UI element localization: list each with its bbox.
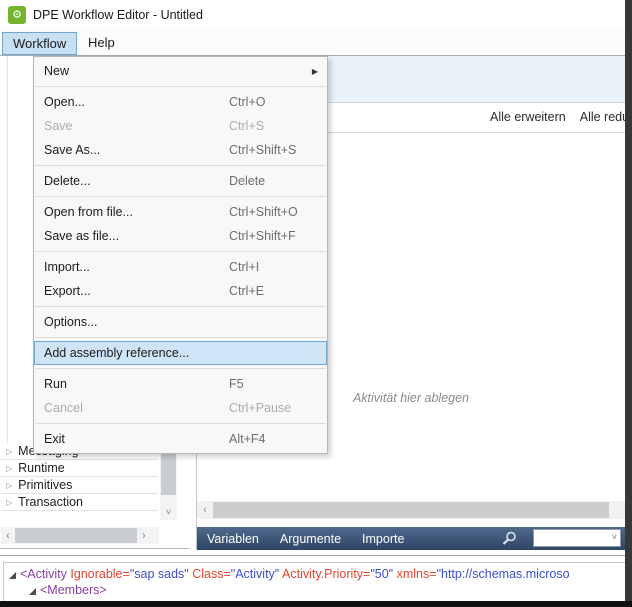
xml-line: <Activity Ignorable="sap sads" Class="Ac… (20, 567, 570, 581)
title-bar: ⚙ DPE Workflow Editor - Untitled (0, 0, 632, 30)
menu-separator (35, 306, 326, 307)
window-title: DPE Workflow Editor - Untitled (33, 8, 203, 22)
collapse-all-button[interactable]: Alle reduzieren (580, 110, 625, 124)
tab-variables[interactable]: Variablen (207, 532, 259, 546)
scroll-right-arrow-icon[interactable]: › (137, 530, 151, 542)
toolbox-vertical-scrollbar[interactable]: ˅ (160, 443, 177, 520)
menu-separator (35, 165, 326, 166)
tab-imports[interactable]: Importe (362, 532, 404, 546)
gear-icon: ⚙ (8, 6, 26, 24)
toolbox-item-transaction[interactable]: ▷ Transaction (1, 494, 158, 511)
scrollbar-thumb[interactable] (161, 448, 176, 495)
menu-item-export[interactable]: Export... Ctrl+E (34, 279, 327, 303)
menu-item-open-from-file[interactable]: Open from file... Ctrl+Shift+O (34, 200, 327, 224)
menu-item-save-as[interactable]: Save As... Ctrl+Shift+S (34, 138, 327, 162)
menubar-item-workflow[interactable]: Workflow (2, 32, 77, 55)
toolbox-item-runtime[interactable]: ▷ Runtime (1, 460, 158, 477)
chevron-right-icon: ▷ (6, 464, 12, 473)
xml-attribute: Activity.Priority= (282, 567, 370, 581)
collapse-triangle-icon[interactable] (9, 572, 16, 579)
menu-separator (35, 196, 326, 197)
scroll-left-arrow-icon[interactable]: ‹ (1, 530, 15, 542)
zoom-combobox[interactable]: ˅ (533, 529, 621, 547)
xml-value: "50" (370, 567, 396, 581)
xml-value: "http://schemas.microso (437, 567, 570, 581)
menu-item-add-assembly-reference[interactable]: Add assembly reference... (34, 341, 327, 365)
scroll-left-arrow-icon[interactable]: ‹ (197, 504, 213, 516)
window-edge-bottom (0, 601, 632, 607)
splitter[interactable] (0, 555, 625, 556)
menu-separator (35, 368, 326, 369)
scrollbar-thumb[interactable] (15, 528, 137, 543)
xml-element: <Members> (40, 583, 107, 597)
expand-all-button[interactable]: Alle erweitern (490, 110, 566, 124)
window-edge-right (625, 0, 632, 607)
tab-arguments[interactable]: Argumente (280, 532, 341, 546)
xml-value: "sap sads" (130, 567, 192, 581)
menu-item-options[interactable]: Options... (34, 310, 327, 334)
designer-bottom-bar: Variablen Argumente Importe ˅ (197, 527, 625, 550)
xml-element: <Activity (20, 567, 70, 581)
menu-separator (35, 337, 326, 338)
designer-horizontal-scrollbar[interactable]: ‹ (197, 501, 625, 519)
menu-item-import[interactable]: Import... Ctrl+I (34, 255, 327, 279)
xml-attribute: xmlns= (397, 567, 437, 581)
menu-item-cancel: Cancel Ctrl+Pause (34, 396, 327, 420)
arrow-right-icon: ▶ (312, 67, 318, 76)
menu-item-save: Save Ctrl+S (34, 114, 327, 138)
magnifier-icon[interactable] (501, 531, 517, 550)
menu-separator (35, 423, 326, 424)
menu-item-open[interactable]: Open... Ctrl+O (34, 90, 327, 114)
menu-item-run[interactable]: Run F5 (34, 372, 327, 396)
chevron-right-icon: ▷ (6, 498, 12, 507)
scrollbar-thumb[interactable] (213, 502, 609, 518)
chevron-down-icon: ˅ (612, 532, 617, 542)
toolbox-horizontal-scrollbar[interactable]: ‹ › (1, 527, 159, 544)
chevron-right-icon: ▷ (6, 481, 12, 490)
menu-separator (35, 86, 326, 87)
xml-value: "Activity" (231, 567, 282, 581)
toolbox-item-primitives[interactable]: ▷ Primitives (1, 477, 158, 494)
menu-item-delete[interactable]: Delete... Delete (34, 169, 327, 193)
toolbox-item-label: Runtime (18, 461, 65, 475)
menu-separator (35, 251, 326, 252)
collapse-triangle-icon[interactable] (29, 588, 36, 595)
menu-bar: Workflow Help (0, 30, 625, 56)
toolbox-item-label: Primitives (18, 478, 72, 492)
menubar-item-help[interactable]: Help (78, 32, 125, 53)
toolbox-item-label: Transaction (18, 495, 83, 509)
xml-attribute: Ignorable= (70, 567, 129, 581)
xml-attribute: Class= (192, 567, 231, 581)
chevron-right-icon: ▷ (6, 447, 12, 456)
menu-item-save-as-file[interactable]: Save as file... Ctrl+Shift+F (34, 224, 327, 248)
app-window: ⚙ DPE Workflow Editor - Untitled Workflo… (0, 0, 632, 607)
menu-item-exit[interactable]: Exit Alt+F4 (34, 427, 327, 451)
xml-line: <Members> (40, 583, 107, 597)
workflow-dropdown-menu: New ▶ Open... Ctrl+O Save Ctrl+S Save As… (33, 56, 328, 454)
scroll-down-arrow-icon[interactable]: ˅ (160, 504, 177, 520)
toolbox-divider (7, 56, 8, 443)
menu-item-new[interactable]: New ▶ (34, 59, 327, 83)
